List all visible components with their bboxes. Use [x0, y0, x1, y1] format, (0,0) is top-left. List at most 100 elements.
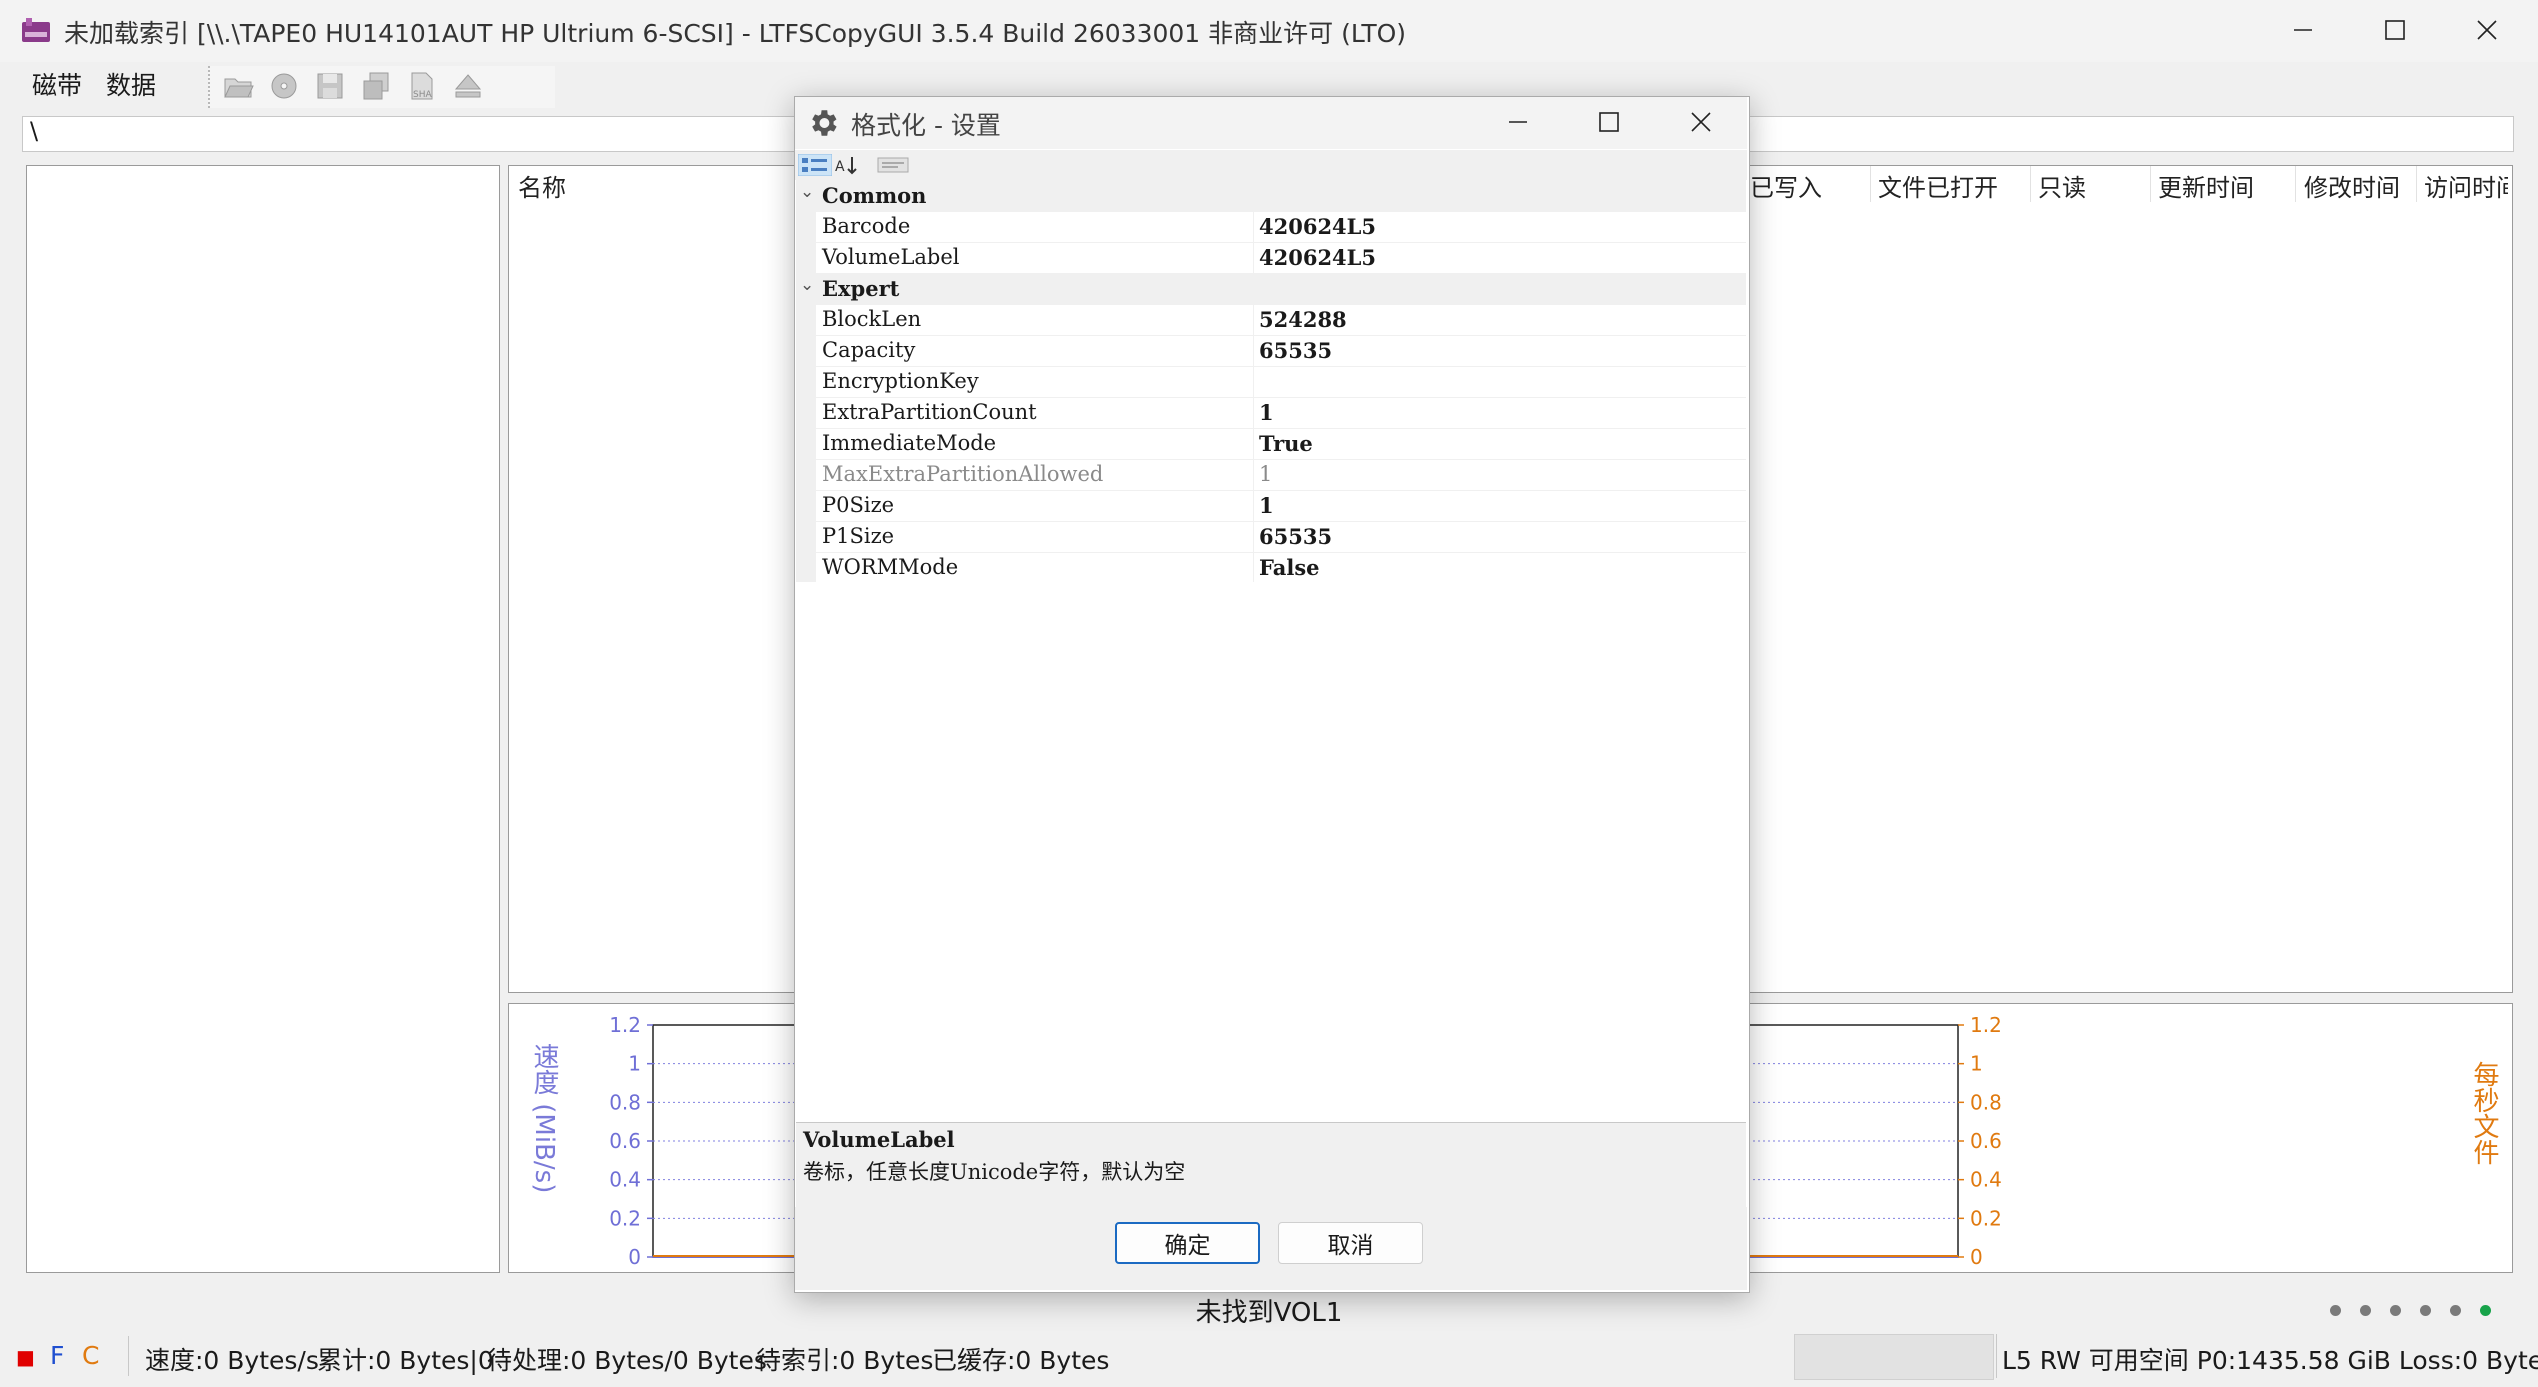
y2-tick-label: 0.4 — [1970, 1168, 2002, 1192]
column-header-access-time[interactable]: 访问时间 — [2424, 168, 2508, 203]
property-row-encryptionkey[interactable]: EncryptionKey — [796, 366, 1746, 398]
directory-tree[interactable] — [26, 165, 500, 1273]
category-common[interactable]: ⌄ Common — [796, 180, 1746, 212]
minimize-button[interactable] — [2268, 10, 2338, 50]
property-value[interactable]: 1 — [1259, 493, 1274, 518]
y-tick-label: 0 — [628, 1245, 641, 1269]
property-row-p1size[interactable]: P1Size 65535 — [796, 521, 1746, 553]
row-gutter — [796, 366, 816, 397]
property-grid-toolbar — [795, 150, 1747, 180]
open-folder-icon[interactable] — [222, 70, 254, 102]
categorized-view-icon[interactable] — [798, 154, 832, 176]
maximize-button[interactable] — [2360, 10, 2430, 50]
app-icon — [22, 18, 50, 42]
value-separator — [1253, 397, 1254, 428]
y2-tick-label: 0.8 — [1970, 1090, 2002, 1114]
value-separator — [1253, 490, 1254, 521]
property-grid: ⌄ Common Barcode 420624L5 VolumeLabel 420624L… — [796, 180, 1746, 584]
column-header-modify-time[interactable]: 修改时间 — [2304, 168, 2400, 203]
value-separator — [1253, 428, 1254, 459]
property-pages-icon[interactable] — [876, 154, 910, 176]
property-row-extrapartitioncount[interactable]: ExtraPartitionCount 1 — [796, 397, 1746, 429]
dialog-maximize-button[interactable] — [1574, 100, 1644, 144]
save-icon[interactable] — [314, 70, 346, 102]
stop-indicator[interactable]: ■ — [16, 1345, 35, 1369]
y-tick-label: 0.4 — [609, 1168, 641, 1192]
property-row-wormmode[interactable]: WORMMode False — [796, 552, 1746, 584]
property-value[interactable]: False — [1259, 555, 1320, 580]
property-name: VolumeLabel — [822, 245, 960, 269]
y-axis-label: 速度 (MiB/s) — [529, 1043, 559, 1193]
path-value: \ — [30, 117, 39, 145]
chevron-down-icon[interactable]: ⌄ — [800, 182, 814, 202]
progress-bar — [1794, 1334, 1994, 1380]
status-speed: 速度:0 Bytes/s — [145, 1346, 319, 1375]
y-tick-label: 0.8 — [609, 1090, 641, 1114]
property-value[interactable]: 420624L5 — [1259, 214, 1376, 239]
sha-icon[interactable]: SHA — [406, 70, 438, 102]
row-gutter — [796, 521, 816, 552]
value-separator — [1253, 459, 1254, 490]
property-name: Barcode — [822, 214, 911, 238]
property-row-blocklen[interactable]: BlockLen 524288 — [796, 304, 1746, 336]
ok-button[interactable]: 确定 — [1115, 1222, 1260, 1264]
status-pending: 待处理:0 Bytes/0 Bytes — [487, 1346, 767, 1375]
property-row-volumelabel[interactable]: VolumeLabel 420624L5 — [796, 242, 1746, 274]
column-separator — [2416, 166, 2417, 202]
property-value[interactable]: 1 — [1259, 462, 1272, 486]
svg-text:SHA: SHA — [413, 90, 432, 100]
minimize-icon — [1509, 121, 1527, 123]
copy-icon[interactable] — [360, 70, 392, 102]
y2-axis-label: 每秒文件 — [2469, 1061, 2499, 1165]
cancel-button[interactable]: 取消 — [1278, 1222, 1423, 1264]
property-row-immediatemode[interactable]: ImmediateMode True — [796, 428, 1746, 460]
close-button[interactable] — [2452, 10, 2522, 50]
property-row-p0size[interactable]: P0Size 1 — [796, 490, 1746, 522]
status-dot-active — [2480, 1305, 2491, 1316]
property-value[interactable]: 1 — [1259, 400, 1274, 425]
gear-icon — [812, 110, 837, 136]
y-tick-label: 1 — [628, 1052, 641, 1076]
y2-tick-label: 0 — [1970, 1245, 1983, 1269]
property-row-barcode[interactable]: Barcode 420624L5 — [796, 211, 1746, 243]
value-separator — [1253, 335, 1254, 366]
property-value[interactable]: 65535 — [1259, 524, 1332, 549]
f-indicator[interactable]: F — [50, 1341, 64, 1370]
property-row-capacity[interactable]: Capacity 65535 — [796, 335, 1746, 367]
menu-data[interactable]: 数据 — [106, 66, 156, 102]
column-header-readonly[interactable]: 只读 — [2038, 168, 2086, 203]
eject-icon[interactable] — [452, 70, 484, 102]
disc-icon[interactable] — [268, 70, 300, 102]
alphabetical-sort-icon[interactable]: A — [834, 154, 862, 176]
dialog-minimize-button[interactable] — [1483, 100, 1553, 144]
status-dot — [2420, 1305, 2431, 1316]
property-value[interactable]: 524288 — [1259, 307, 1347, 332]
property-value[interactable]: True — [1259, 431, 1313, 456]
row-gutter — [796, 490, 816, 521]
property-row-maxextrapartitionallowed[interactable]: MaxExtraPartitionAllowed 1 — [796, 459, 1746, 491]
value-separator — [1253, 242, 1254, 273]
column-header-file-open[interactable]: 文件已打开 — [1878, 168, 1998, 203]
value-separator — [1253, 552, 1254, 583]
status-pending-index: 待索引:0 Bytes — [756, 1346, 934, 1375]
status-divider — [128, 1336, 129, 1376]
column-separator — [2150, 166, 2151, 202]
column-header-update-time[interactable]: 更新时间 — [2158, 168, 2254, 203]
status-dot — [2390, 1305, 2401, 1316]
property-name: ImmediateMode — [822, 431, 997, 455]
value-separator — [1253, 304, 1254, 335]
status-dot — [2450, 1305, 2461, 1316]
c-indicator[interactable]: C — [82, 1341, 99, 1370]
property-value[interactable]: 65535 — [1259, 338, 1332, 363]
category-expert[interactable]: ⌄ Expert — [796, 273, 1746, 305]
dialog-close-button[interactable] — [1666, 100, 1736, 144]
property-value[interactable]: 420624L5 — [1259, 245, 1376, 270]
value-separator — [1253, 521, 1254, 552]
column-header-written[interactable]: 已写入 — [1750, 168, 1822, 203]
y-tick-label: 0.6 — [609, 1129, 641, 1153]
column-header-name[interactable]: 名称 — [518, 168, 566, 203]
maximize-icon — [2385, 20, 2405, 40]
chevron-down-icon[interactable]: ⌄ — [800, 275, 814, 295]
column-separator — [1870, 166, 1871, 202]
menu-tape[interactable]: 磁带 — [32, 66, 82, 102]
